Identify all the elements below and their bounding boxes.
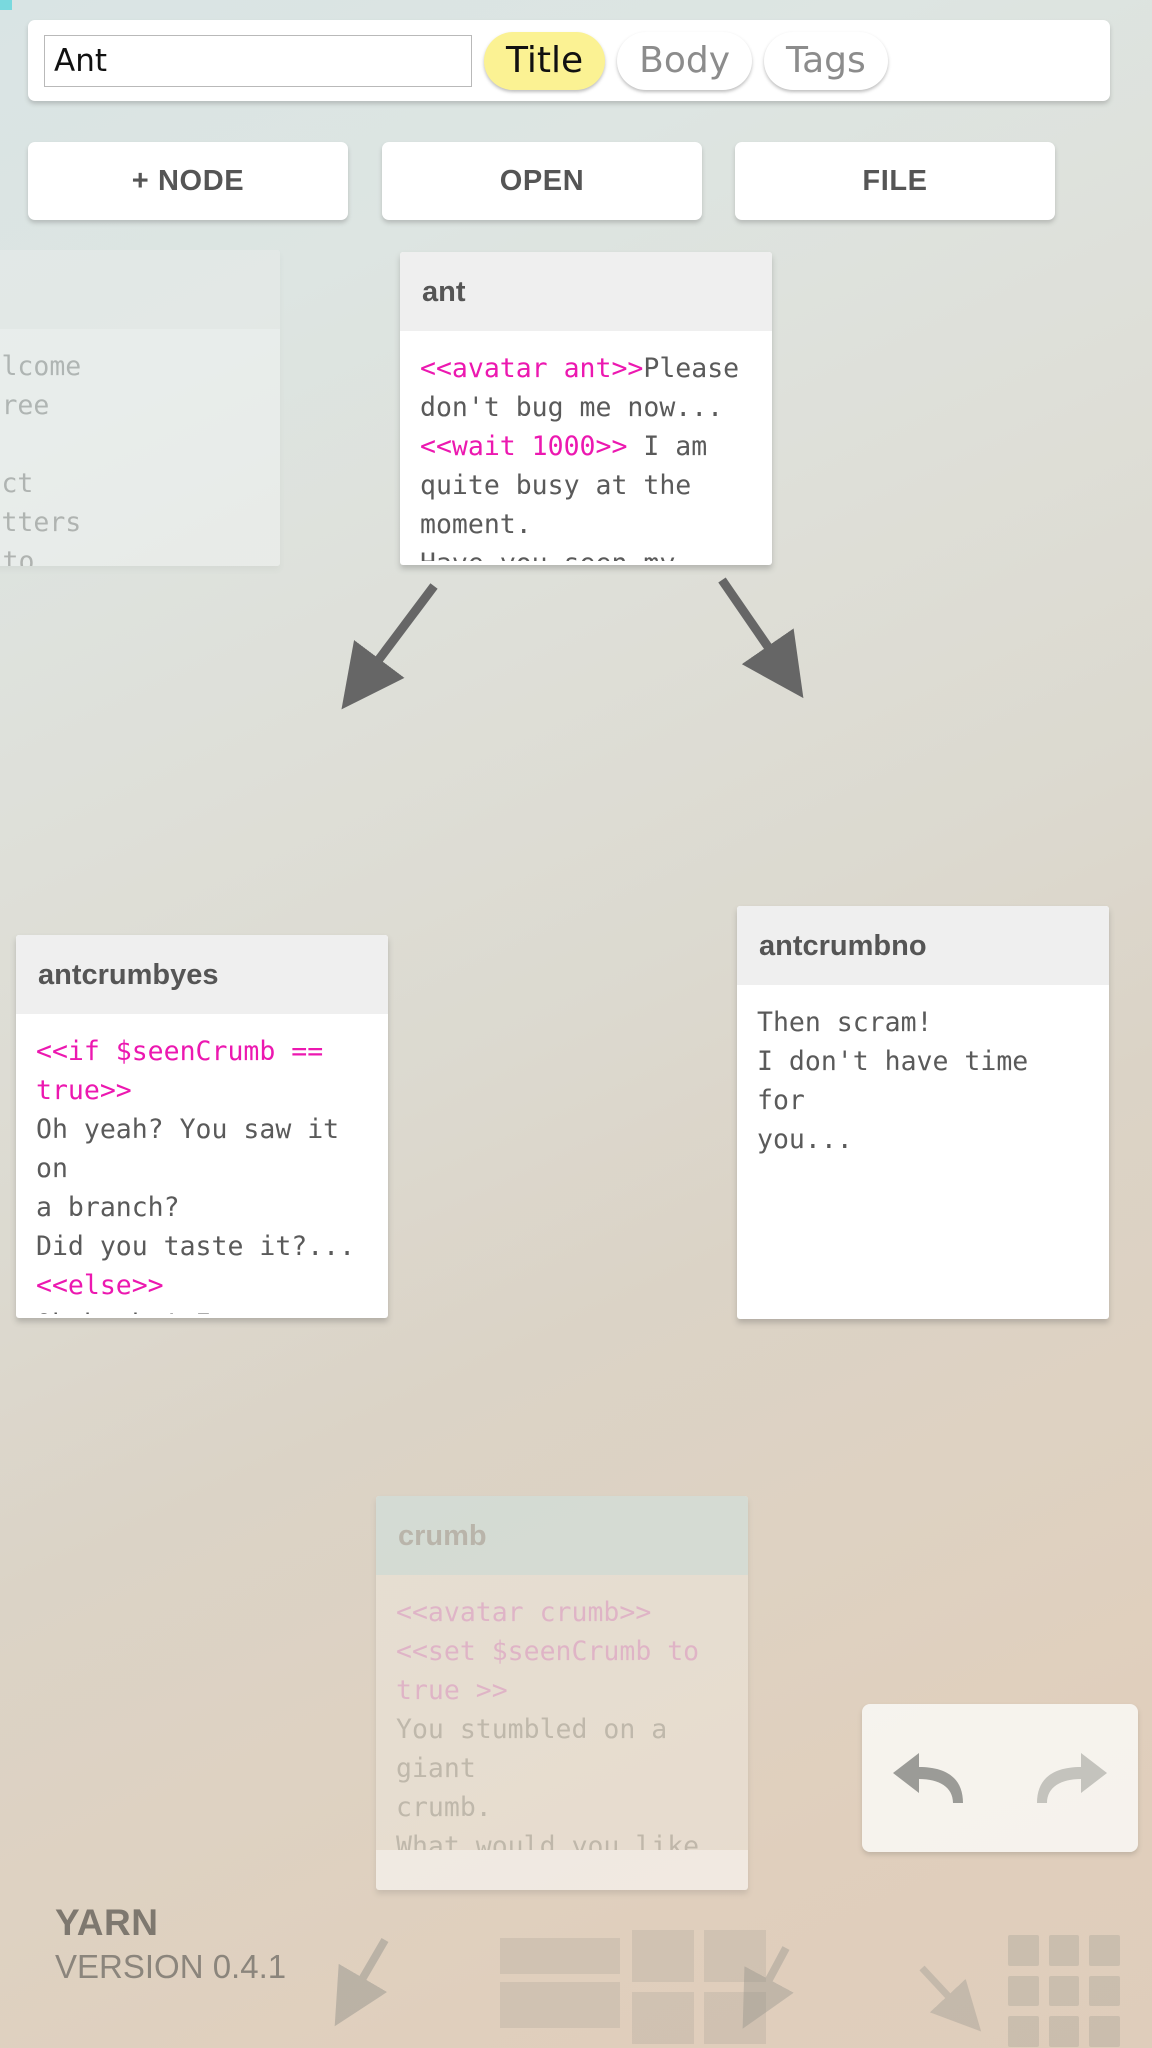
- brand-version: VERSION 0.4.1: [55, 1948, 287, 1985]
- undo-redo-panel: [862, 1704, 1138, 1852]
- node-title: antcrumbno: [737, 906, 1109, 985]
- filter-tags-button[interactable]: Tags: [764, 31, 888, 90]
- grid-cell: [1089, 1935, 1120, 1966]
- node-body[interactable]: <<avatar crumb>> <<set $seenCrumb to tru…: [376, 1575, 748, 1850]
- grid-cell: [1048, 1975, 1080, 2007]
- node-card-ant[interactable]: ant <<avatar ant>>Please don't bug me now…: [400, 252, 772, 565]
- minimap[interactable]: [500, 1930, 830, 2048]
- add-node-button[interactable]: + NODE: [28, 142, 348, 220]
- grid-cell: [1048, 2016, 1080, 2047]
- node-body[interactable]: <<if $seenCrumb == true>> Oh yeah? You sa…: [16, 1014, 388, 1314]
- filter-body-button[interactable]: Body: [617, 31, 753, 90]
- node-title: crumb: [376, 1496, 748, 1575]
- open-label: OPEN: [499, 164, 585, 197]
- node-card-crumb[interactable]: crumb <<avatar crumb>> <<set $seenCrumb …: [376, 1496, 748, 1890]
- grid-cell: [1048, 1935, 1080, 1966]
- grid-cell: [1008, 1935, 1039, 1966]
- file-button[interactable]: FILE: [735, 142, 1055, 220]
- file-label: FILE: [862, 164, 928, 197]
- filter-tags-label: Tags: [786, 40, 866, 81]
- node-body[interactable]: tar sign>>Welcomee dialogue treeproject.…: [0, 329, 280, 566]
- filter-title-button[interactable]: Title: [484, 31, 606, 90]
- node-title: ant: [400, 252, 772, 331]
- open-button[interactable]: OPEN: [382, 142, 702, 220]
- filter-title-label: Title: [506, 40, 584, 81]
- corner-tint: [0, 0, 12, 10]
- node-card-antcrumbno[interactable]: antcrumbno Then scram! I don't have time …: [737, 906, 1109, 1319]
- brand-block: YARN VERSION 0.4.1: [55, 1902, 286, 1986]
- brand-name: YARN: [55, 1902, 159, 1943]
- search-input[interactable]: [44, 34, 472, 87]
- node-card-welcome[interactable]: tar sign>>Welcomee dialogue treeproject.…: [0, 250, 280, 566]
- filter-body-label: Body: [639, 40, 731, 81]
- search-bar: Title Body Tags: [28, 20, 1110, 101]
- grid-cell: [1008, 2016, 1039, 2047]
- grid-icon[interactable]: [1008, 1935, 1120, 2047]
- undo-button[interactable]: [862, 1704, 1000, 1852]
- node-title: antcrumbyes: [16, 935, 388, 1014]
- undo-arrow-icon: [893, 1753, 963, 1803]
- grid-cell: [1089, 2016, 1120, 2047]
- grid-cell: [1089, 1975, 1120, 2007]
- node-body[interactable]: Then scram! I don't have time for you...: [737, 985, 1109, 1173]
- node-card-antcrumbyes[interactable]: antcrumbyes <<if $seenCrumb == true>> Oh …: [16, 935, 388, 1318]
- add-node-label: + NODE: [131, 164, 245, 197]
- yarn-editor-canvas: Title Body Tags + NODE OPEN FILE: [0, 0, 1152, 2048]
- redo-button[interactable]: [1000, 1704, 1138, 1852]
- redo-arrow-icon: [1037, 1753, 1107, 1803]
- grid-cell: [1008, 1975, 1039, 2007]
- node-title: [0, 250, 280, 329]
- node-body[interactable]: <<avatar ant>>Please don't bug me now... <…: [400, 331, 772, 561]
